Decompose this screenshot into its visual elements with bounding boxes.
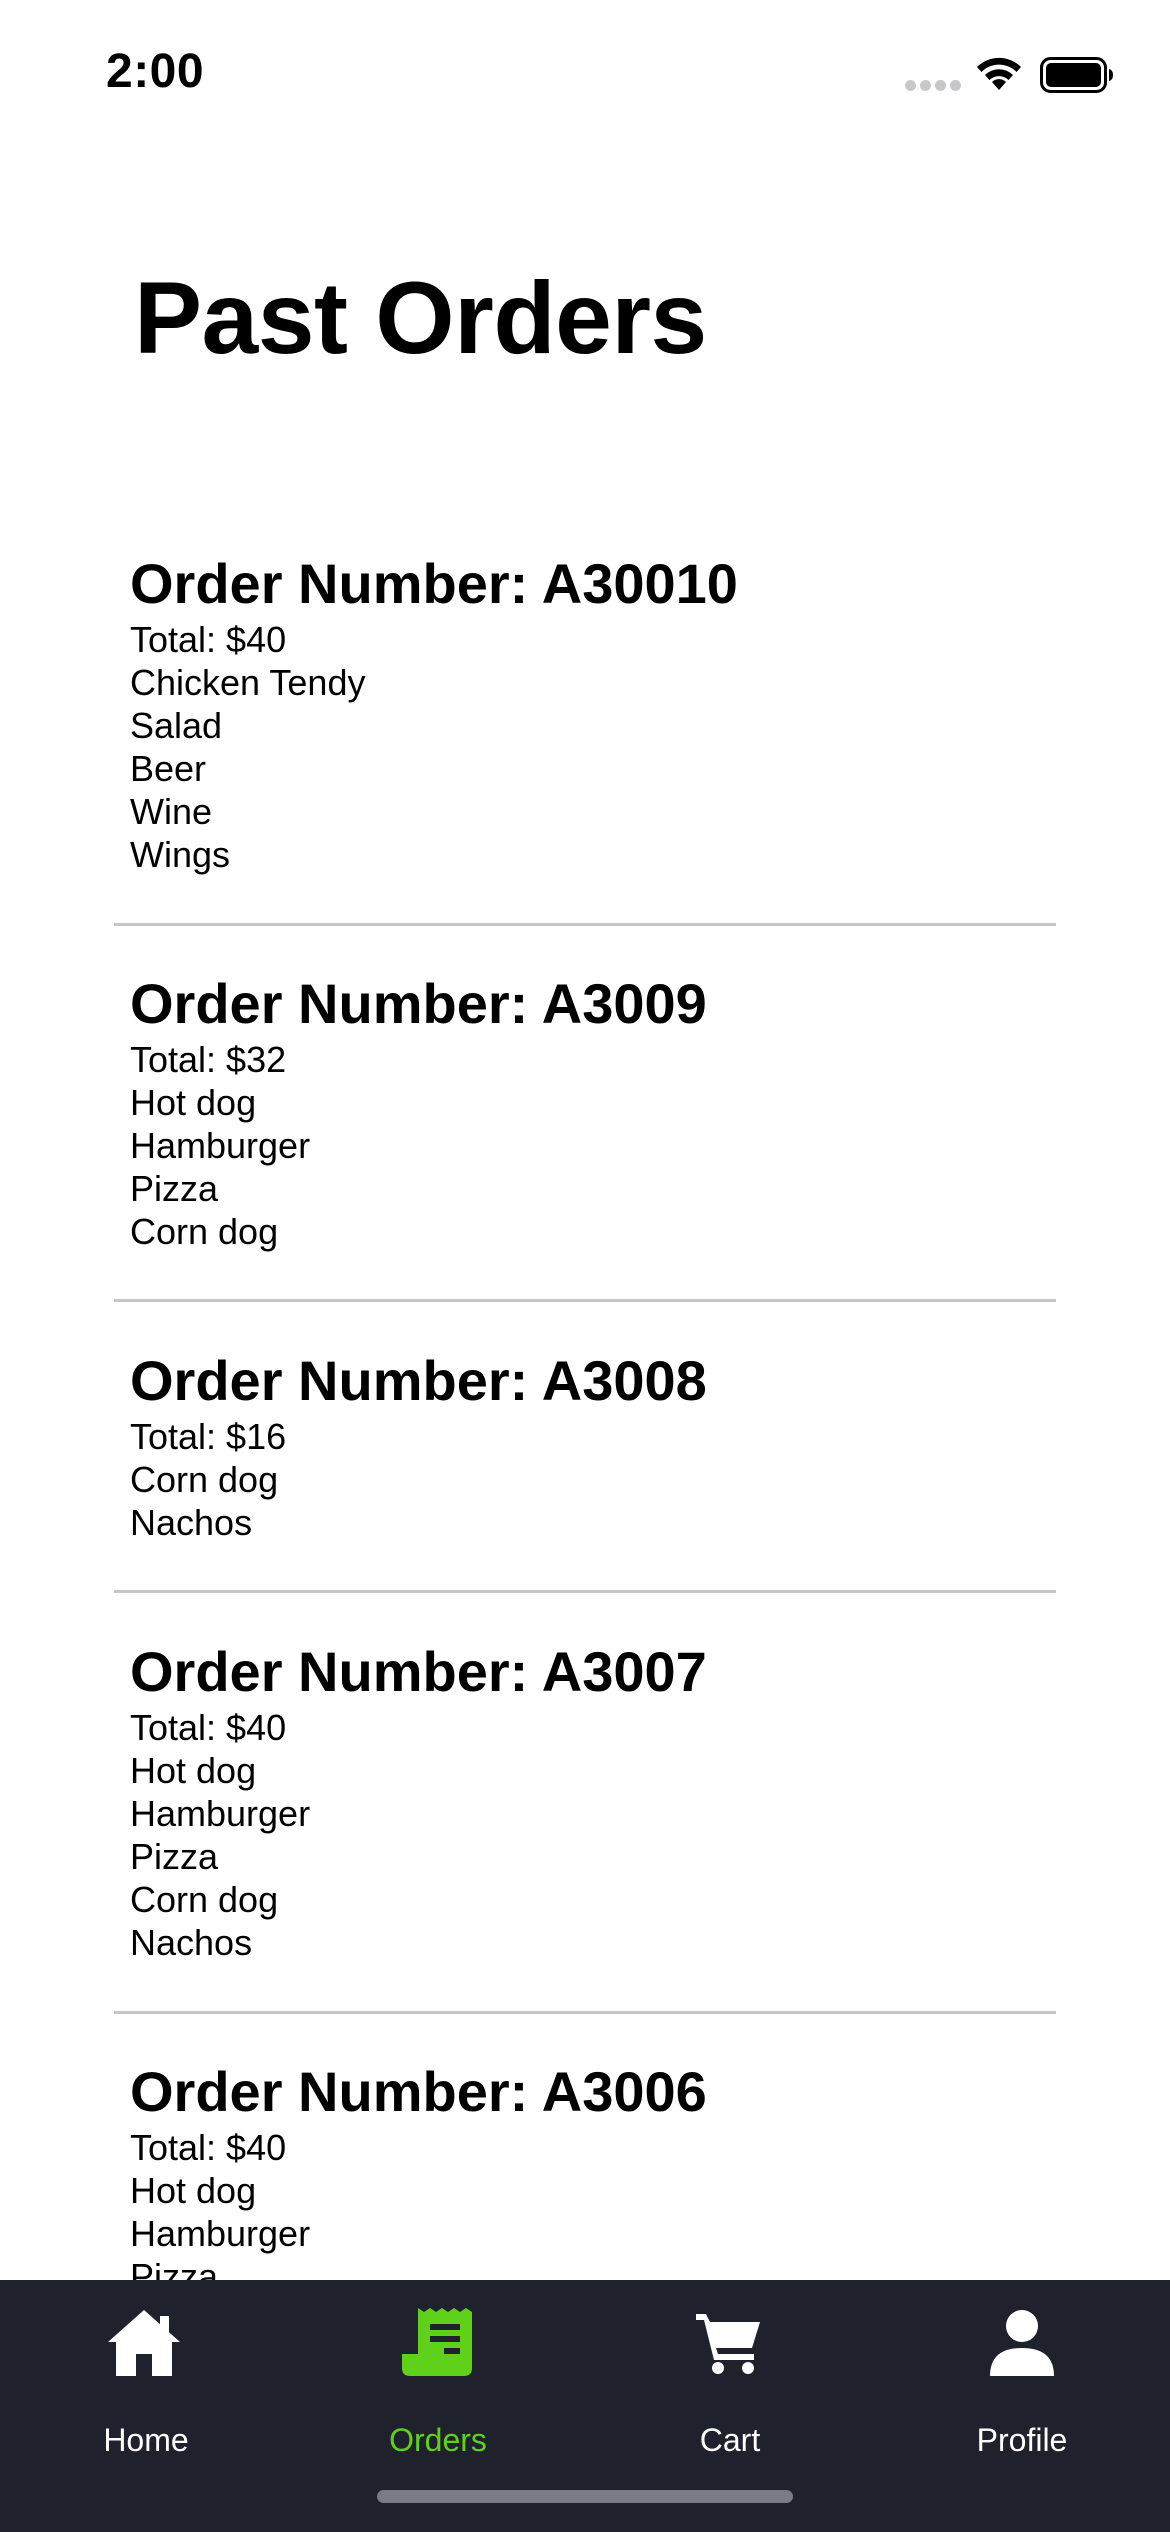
tab-orders[interactable]: Orders	[292, 2280, 584, 2460]
order-item: Beer	[130, 748, 207, 789]
order-total: Total: $16	[130, 1416, 287, 1457]
order-item: Hot dog	[130, 1082, 257, 1123]
order-number: Order Number: A3008	[130, 1349, 707, 1412]
order-item: Hamburger	[130, 1793, 311, 1834]
home-icon	[108, 2310, 180, 2376]
person-icon	[990, 2310, 1054, 2376]
order-total: Total: $32	[130, 1039, 287, 1080]
status-bar: 2:00	[0, 0, 1170, 150]
order-divider	[114, 923, 1056, 926]
cart-icon	[696, 2314, 760, 2374]
order-divider	[114, 2011, 1056, 2014]
order-divider	[114, 1590, 1056, 1593]
order-item: Chicken Tendy	[130, 662, 366, 703]
order-item: Wings	[130, 834, 231, 875]
orders-list[interactable]: Past Orders Order Number: A30010 Total: …	[0, 0, 1170, 2280]
order-number: Order Number: A3006	[130, 2060, 707, 2123]
order-item: Corn dog	[130, 1459, 279, 1500]
order-item: Hot dog	[130, 2170, 257, 2211]
wifi-icon	[977, 57, 1021, 90]
tab-cart[interactable]: Cart	[584, 2280, 876, 2460]
order-number: Order Number: A30010	[130, 552, 738, 615]
tab-label: Profile	[976, 2422, 1068, 2458]
tab-label: Home	[103, 2422, 189, 2458]
battery-icon	[1040, 57, 1113, 93]
order-item: Pizza	[130, 2256, 219, 2280]
receipt-icon	[402, 2308, 472, 2376]
cellular-signal-icon	[905, 80, 961, 92]
order-number: Order Number: A3009	[130, 972, 707, 1035]
tab-label: Orders	[389, 2422, 487, 2458]
order-item: Pizza	[130, 1168, 219, 1209]
app-screen: Past Orders Order Number: A30010 Total: …	[0, 0, 1170, 2532]
order-total: Total: $40	[130, 1707, 287, 1748]
order-item: Hamburger	[130, 2213, 311, 2254]
order-item: Pizza	[130, 1836, 219, 1877]
order-divider	[114, 1299, 1056, 1302]
tab-profile[interactable]: Profile	[876, 2280, 1168, 2460]
order-item: Hot dog	[130, 1750, 257, 1791]
order-item: Corn dog	[130, 1211, 279, 1252]
order-item: Corn dog	[130, 1879, 279, 1920]
order-item: Salad	[130, 705, 223, 746]
order-item: Nachos	[130, 1502, 253, 1543]
home-indicator[interactable]	[377, 2490, 793, 2503]
order-item: Nachos	[130, 1922, 253, 1963]
order-total: Total: $40	[130, 619, 287, 660]
order-item: Hamburger	[130, 1125, 311, 1166]
order-number: Order Number: A3007	[130, 1640, 707, 1703]
order-item: Wine	[130, 791, 213, 832]
tab-home[interactable]: Home	[0, 2280, 292, 2460]
status-time: 2:00	[106, 45, 205, 98]
order-total: Total: $40	[130, 2127, 287, 2168]
tab-label: Cart	[699, 2422, 761, 2458]
page-title: Past Orders	[134, 261, 707, 375]
